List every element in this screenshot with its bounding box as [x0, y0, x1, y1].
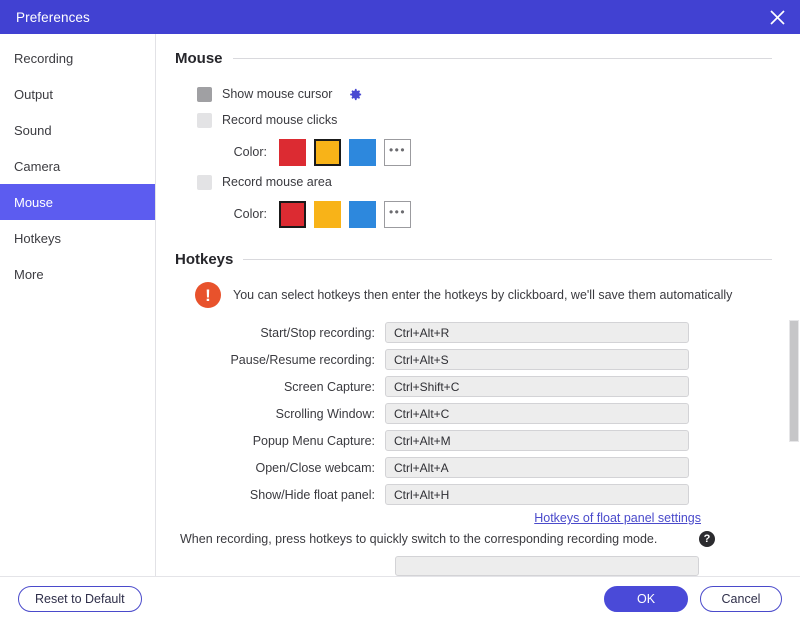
- clicks-color-swatch-yellow[interactable]: [314, 139, 341, 166]
- record-mouse-area-label: Record mouse area: [222, 175, 332, 189]
- hotkey-row-popup-menu-capture: Popup Menu Capture: Ctrl+Alt+M: [175, 430, 772, 451]
- sidebar-item-label: Sound: [14, 123, 52, 138]
- footer-actions: OK Cancel: [604, 586, 782, 612]
- hotkey-label: Show/Hide float panel:: [175, 488, 385, 502]
- ellipsis-icon: •••: [389, 144, 406, 156]
- sidebar-item-label: Output: [14, 87, 53, 102]
- section-divider: [243, 259, 772, 260]
- help-icon[interactable]: ?: [699, 531, 715, 547]
- sidebar-item-hotkeys[interactable]: Hotkeys: [0, 220, 155, 256]
- gear-icon[interactable]: [348, 87, 363, 102]
- close-button[interactable]: [754, 0, 800, 34]
- sidebar-item-label: Hotkeys: [14, 231, 61, 246]
- hotkey-row-show-hide-float-panel: Show/Hide float panel: Ctrl+Alt+H: [175, 484, 772, 505]
- hotkey-row-open-close-webcam: Open/Close webcam: Ctrl+Alt+A: [175, 457, 772, 478]
- hotkey-row-screen-capture: Screen Capture: Ctrl+Shift+C: [175, 376, 772, 397]
- area-color-more-button[interactable]: •••: [384, 201, 411, 228]
- hotkey-label: Open/Close webcam:: [175, 461, 385, 475]
- area-color-swatch-blue[interactable]: [349, 201, 376, 228]
- hotkey-input-start-stop-recording[interactable]: Ctrl+Alt+R: [385, 322, 689, 343]
- sidebar-item-recording[interactable]: Recording: [0, 40, 155, 76]
- sidebar-item-label: More: [14, 267, 44, 282]
- sidebar-item-label: Camera: [14, 159, 60, 174]
- mouse-section-title: Mouse: [175, 50, 223, 67]
- hotkeys-float-panel-settings-link[interactable]: Hotkeys of float panel settings: [534, 511, 701, 525]
- hotkey-input-pause-resume-recording[interactable]: Ctrl+Alt+S: [385, 349, 689, 370]
- preferences-dialog: Preferences Recording Output Sound Camer…: [0, 0, 800, 620]
- settings-content: Mouse Show mouse cursor Record mouse cli…: [157, 34, 800, 576]
- clicks-color-row: Color: •••: [175, 135, 772, 169]
- ok-button[interactable]: OK: [604, 586, 688, 612]
- show-mouse-cursor-label: Show mouse cursor: [222, 87, 332, 101]
- hotkey-label: Screen Capture:: [175, 380, 385, 394]
- hotkey-input-scrolling-window[interactable]: Ctrl+Alt+C: [385, 403, 689, 424]
- clicks-color-label: Color:: [221, 145, 267, 159]
- clicks-color-more-button[interactable]: •••: [384, 139, 411, 166]
- content-scrollbar-thumb[interactable]: [789, 320, 799, 442]
- hotkey-input-partial[interactable]: [395, 556, 699, 576]
- window-title: Preferences: [0, 10, 90, 25]
- sidebar-item-label: Mouse: [14, 195, 53, 210]
- reset-to-default-button[interactable]: Reset to Default: [18, 586, 142, 612]
- hotkeys-field-list: Start/Stop recording: Ctrl+Alt+R Pause/R…: [175, 322, 772, 505]
- dialog-footer: Reset to Default OK Cancel: [0, 576, 800, 620]
- title-bar: Preferences: [0, 0, 800, 34]
- hotkey-input-open-close-webcam[interactable]: Ctrl+Alt+A: [385, 457, 689, 478]
- sidebar-item-camera[interactable]: Camera: [0, 148, 155, 184]
- float-panel-link-row: Hotkeys of float panel settings: [175, 511, 701, 525]
- area-color-swatch-red[interactable]: [279, 201, 306, 228]
- hotkey-label: Pause/Resume recording:: [175, 353, 385, 367]
- cancel-button[interactable]: Cancel: [700, 586, 782, 612]
- area-color-swatch-yellow[interactable]: [314, 201, 341, 228]
- close-icon: [769, 9, 786, 26]
- clicks-color-swatch-red[interactable]: [279, 139, 306, 166]
- hotkey-row-pause-resume-recording: Pause/Resume recording: Ctrl+Alt+S: [175, 349, 772, 370]
- hotkeys-section-header: Hotkeys: [175, 251, 772, 268]
- show-mouse-cursor-row: Show mouse cursor: [175, 81, 772, 107]
- recording-mode-note: When recording, press hotkeys to quickly…: [180, 532, 691, 546]
- record-mouse-clicks-checkbox[interactable]: [197, 113, 212, 128]
- record-mouse-clicks-label: Record mouse clicks: [222, 113, 337, 127]
- hotkey-label: Popup Menu Capture:: [175, 434, 385, 448]
- sidebar-item-sound[interactable]: Sound: [0, 112, 155, 148]
- ellipsis-icon: •••: [389, 206, 406, 218]
- exclamation-icon: !: [195, 282, 221, 308]
- recording-mode-note-row: When recording, press hotkeys to quickly…: [175, 531, 715, 547]
- sidebar-item-more[interactable]: More: [0, 256, 155, 292]
- hotkey-input-screen-capture[interactable]: Ctrl+Shift+C: [385, 376, 689, 397]
- sidebar-item-output[interactable]: Output: [0, 76, 155, 112]
- hotkeys-notice: ! You can select hotkeys then enter the …: [175, 282, 772, 308]
- record-mouse-area-checkbox[interactable]: [197, 175, 212, 190]
- area-color-label: Color:: [221, 207, 267, 221]
- hotkeys-section-title: Hotkeys: [175, 251, 233, 268]
- hotkey-row-start-stop-recording: Start/Stop recording: Ctrl+Alt+R: [175, 322, 772, 343]
- sidebar-item-mouse[interactable]: Mouse: [0, 184, 155, 220]
- sidebar-item-label: Recording: [14, 51, 73, 66]
- record-mouse-clicks-row: Record mouse clicks: [175, 107, 772, 133]
- hotkey-label: Scrolling Window:: [175, 407, 385, 421]
- hotkeys-notice-text: You can select hotkeys then enter the ho…: [233, 288, 732, 302]
- hotkey-input-show-hide-float-panel[interactable]: Ctrl+Alt+H: [385, 484, 689, 505]
- mouse-section-header: Mouse: [175, 50, 772, 67]
- area-color-row: Color: •••: [175, 197, 772, 231]
- clicks-color-swatch-blue[interactable]: [349, 139, 376, 166]
- hotkey-row-scrolling-window: Scrolling Window: Ctrl+Alt+C: [175, 403, 772, 424]
- show-mouse-cursor-checkbox[interactable]: [197, 87, 212, 102]
- hotkey-input-popup-menu-capture[interactable]: Ctrl+Alt+M: [385, 430, 689, 451]
- sidebar: Recording Output Sound Camera Mouse Hotk…: [0, 34, 156, 576]
- record-mouse-area-row: Record mouse area: [175, 169, 772, 195]
- content-scrollbar-track[interactable]: [787, 34, 800, 576]
- hotkey-label: Start/Stop recording:: [175, 326, 385, 340]
- section-divider: [233, 58, 772, 59]
